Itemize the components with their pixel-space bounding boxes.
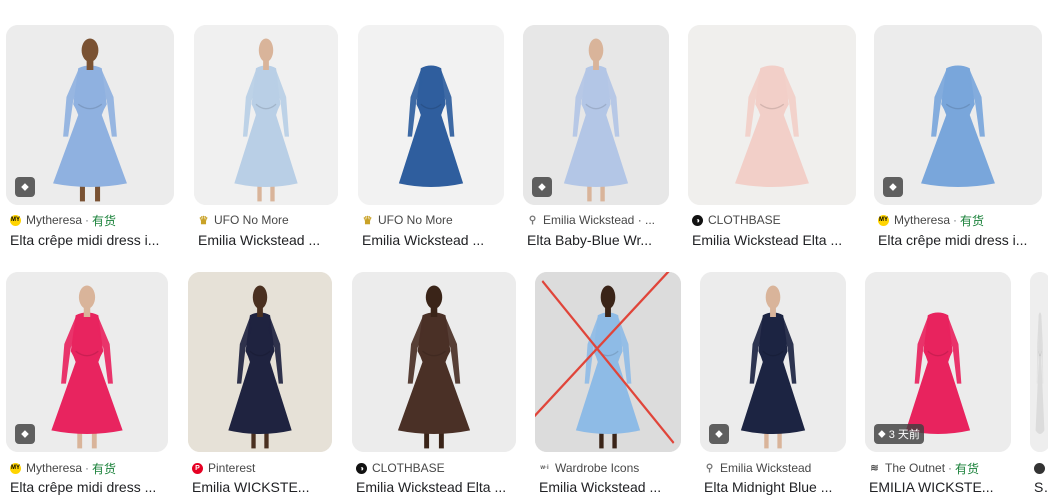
source-name: CLOTHBASE	[372, 461, 445, 475]
price-tag-badge: ⬥	[709, 424, 729, 444]
result-thumbnail[interactable]: ⬥	[700, 272, 846, 452]
tag-icon: ⬥	[715, 427, 723, 440]
crown-icon: ♛	[198, 214, 209, 227]
price-tag-badge: ⬥	[883, 177, 903, 197]
result-thumbnail[interactable]: ⬥	[6, 25, 174, 205]
hanger-icon: ⚲	[705, 462, 714, 474]
result-thumbnail[interactable]: ⬥	[523, 25, 669, 205]
result-source[interactable]: ⚲ Emilia Wickstead	[704, 460, 812, 476]
source-name: Emilia Wickstead · ...	[543, 213, 656, 227]
product-photo	[358, 25, 504, 205]
tag-icon: ⬥	[21, 180, 29, 193]
mytheresa-icon: MY	[10, 462, 21, 474]
generic-icon	[1034, 462, 1045, 474]
hanger-icon: ⚲	[528, 214, 537, 226]
result-source[interactable]: ≋ The Outnet · 有货	[869, 460, 979, 476]
result-title[interactable]: Emilia Wickstead ...	[362, 232, 504, 248]
price-tag-badge: ⬥	[15, 424, 35, 444]
result-source[interactable]: w·i Wardrobe Icons	[539, 460, 639, 476]
result-title[interactable]: Elta Baby-Blue Wr...	[527, 232, 669, 248]
source-name: UFO No More	[378, 213, 453, 227]
in-stock-label: 有货	[955, 461, 980, 476]
in-stock-label: 有货	[960, 213, 985, 228]
source-name: Pinterest	[208, 461, 256, 475]
result-thumbnail[interactable]	[688, 25, 856, 205]
price-tag-badge: ⬥	[532, 177, 552, 197]
result-source[interactable]: ♛ UFO No More	[198, 212, 289, 228]
result-thumbnail[interactable]	[352, 272, 516, 452]
wardrobe-icon: w·i	[540, 465, 549, 471]
result-source[interactable]: MY Mytheresa · 有货	[10, 460, 116, 476]
result-thumbnail[interactable]	[535, 272, 681, 452]
result-source[interactable]: MY Mytheresa · 有货	[878, 212, 984, 228]
tag-icon: ⬥	[889, 180, 897, 193]
result-title[interactable]: Elta crêpe midi dress i...	[878, 232, 1042, 248]
result-title[interactable]: Emilia Wickstead ...	[198, 232, 338, 248]
source-name: CLOTHBASE	[708, 213, 781, 227]
separator-dot: ·	[85, 213, 90, 227]
result-title[interactable]: Elta crêpe midi dress ...	[10, 479, 168, 495]
clothbase-icon: ◑	[692, 214, 703, 226]
result-thumbnail[interactable]: ⬥	[874, 25, 1042, 205]
product-photo	[688, 25, 856, 205]
result-source[interactable]: P Pinterest	[192, 460, 255, 476]
separator-dot: ·	[85, 461, 90, 475]
product-photo	[194, 25, 338, 205]
result-thumbnail[interactable]	[358, 25, 504, 205]
source-name: UFO No More	[214, 213, 289, 227]
in-stock-label: 有货	[92, 461, 117, 476]
price-tag-badge: ⬥	[15, 177, 35, 197]
product-photo	[1030, 272, 1048, 452]
result-thumbnail[interactable]	[194, 25, 338, 205]
tag-icon: ⬥	[538, 180, 546, 193]
result-source[interactable]	[1034, 460, 1048, 476]
result-source[interactable]: ◑ CLOTHBASE	[692, 212, 781, 228]
result-title[interactable]: Emilia Wickstead Elta ...	[692, 232, 856, 248]
clothbase-icon: ◑	[356, 462, 367, 474]
tag-icon: ⬥	[878, 427, 886, 440]
result-thumbnail[interactable]	[1030, 272, 1048, 452]
result-title[interactable]: Emilia Wickstead ...	[539, 479, 681, 495]
price-tag-badge: ⬥ 3 天前	[874, 424, 924, 444]
source-name: Mytheresa	[26, 213, 83, 227]
in-stock-label: 有货	[92, 213, 117, 228]
separator-dot: ·	[948, 461, 953, 475]
result-title[interactable]: Elta crêpe midi dress i...	[10, 232, 174, 248]
mytheresa-icon: MY	[10, 214, 21, 226]
result-source[interactable]: MY Mytheresa · 有货	[10, 212, 116, 228]
separator-dot: ·	[953, 213, 958, 227]
source-name: Wardrobe Icons	[555, 461, 640, 475]
result-source[interactable]: ♛ UFO No More	[362, 212, 453, 228]
product-photo	[535, 272, 681, 452]
result-source[interactable]: ⚲ Emilia Wickstead · ...	[527, 212, 655, 228]
result-title[interactable]: EMILIA WICKSTE...	[869, 479, 1011, 495]
result-thumbnail[interactable]	[188, 272, 332, 452]
product-photo	[188, 272, 332, 452]
result-title[interactable]: Emilia WICKSTE...	[192, 479, 332, 495]
result-title[interactable]: Elta Midnight Blue ...	[704, 479, 846, 495]
source-name: Mytheresa	[894, 213, 951, 227]
source-name: The Outnet	[885, 461, 946, 475]
result-source[interactable]: ◑ CLOTHBASE	[356, 460, 445, 476]
crown-icon: ♛	[362, 214, 373, 227]
source-name: Mytheresa	[26, 461, 83, 475]
pinterest-icon: P	[192, 462, 203, 474]
result-title[interactable]: Sh...	[1034, 479, 1048, 495]
result-thumbnail[interactable]: ⬥	[6, 272, 168, 452]
result-title[interactable]: Emilia Wickstead Elta ...	[356, 479, 516, 495]
tag-date-text: 3 天前	[888, 429, 920, 441]
source-name: Emilia Wickstead	[720, 461, 812, 475]
mytheresa-icon: MY	[878, 214, 889, 226]
result-thumbnail[interactable]: ⬥ 3 天前	[865, 272, 1011, 452]
tag-icon: ⬥	[21, 427, 29, 440]
outnet-icon: ≋	[870, 462, 879, 474]
product-photo	[352, 272, 516, 452]
